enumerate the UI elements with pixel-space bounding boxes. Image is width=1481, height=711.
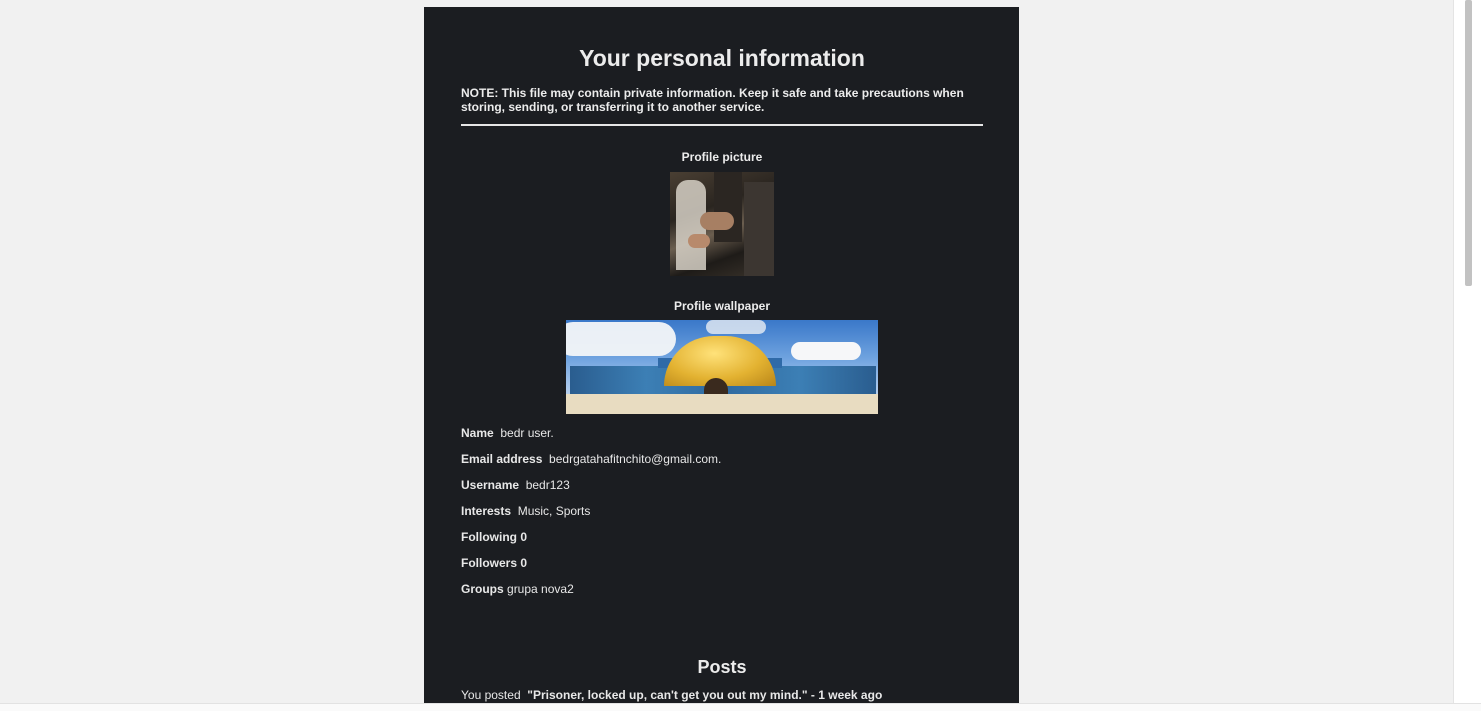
field-label: Email address — [461, 452, 543, 466]
field-email: Email address bedrgatahafitnchito@gmail.… — [461, 452, 721, 466]
viewport: Your personal information NOTE: This fil… — [0, 0, 1481, 711]
field-label: Username — [461, 478, 520, 492]
post-text: "Prisoner, locked up, can't get you out … — [527, 688, 883, 702]
profile-picture-image — [670, 172, 774, 276]
field-label: Name — [461, 426, 494, 440]
post-prefix: You posted — [461, 688, 521, 702]
page-title: Your personal information — [579, 45, 865, 71]
field-label: Following — [461, 530, 517, 544]
post-item: You posted "Prisoner, locked up, can't g… — [461, 688, 882, 702]
scrollbar-thumb[interactable] — [1465, 0, 1472, 286]
divider — [461, 124, 983, 126]
field-value: bedr123 — [525, 478, 570, 492]
field-value: 0 — [520, 556, 528, 570]
profile-picture-label: Profile picture — [681, 150, 763, 164]
field-value: bedrgatahafitnchito@gmail.com. — [549, 452, 722, 466]
posts-title: Posts — [697, 657, 747, 677]
field-followers: Followers 0 — [461, 556, 527, 570]
field-label: Groups — [461, 582, 504, 596]
field-groups: Groups grupa nova2 — [461, 582, 574, 596]
field-value: bedr user. — [500, 426, 554, 440]
field-value: grupa nova2 — [507, 582, 574, 596]
field-following: Following 0 — [461, 530, 527, 544]
profile-wallpaper-label: Profile wallpaper — [673, 299, 771, 313]
field-label: Followers — [461, 556, 518, 570]
field-username: Username bedr123 — [461, 478, 570, 492]
field-value: Music, Sports — [517, 504, 591, 518]
field-value: 0 — [520, 530, 528, 544]
field-label: Interests — [461, 504, 512, 518]
bottom-edge — [0, 703, 1481, 711]
field-interests: Interests Music, Sports — [461, 504, 590, 518]
vertical-scrollbar[interactable] — [1453, 0, 1481, 704]
field-name: Name bedr user. — [461, 426, 554, 440]
personal-info-document: Your personal information NOTE: This fil… — [424, 7, 1019, 707]
profile-wallpaper-image — [566, 320, 878, 414]
privacy-note: NOTE: This file may contain private info… — [461, 86, 964, 114]
